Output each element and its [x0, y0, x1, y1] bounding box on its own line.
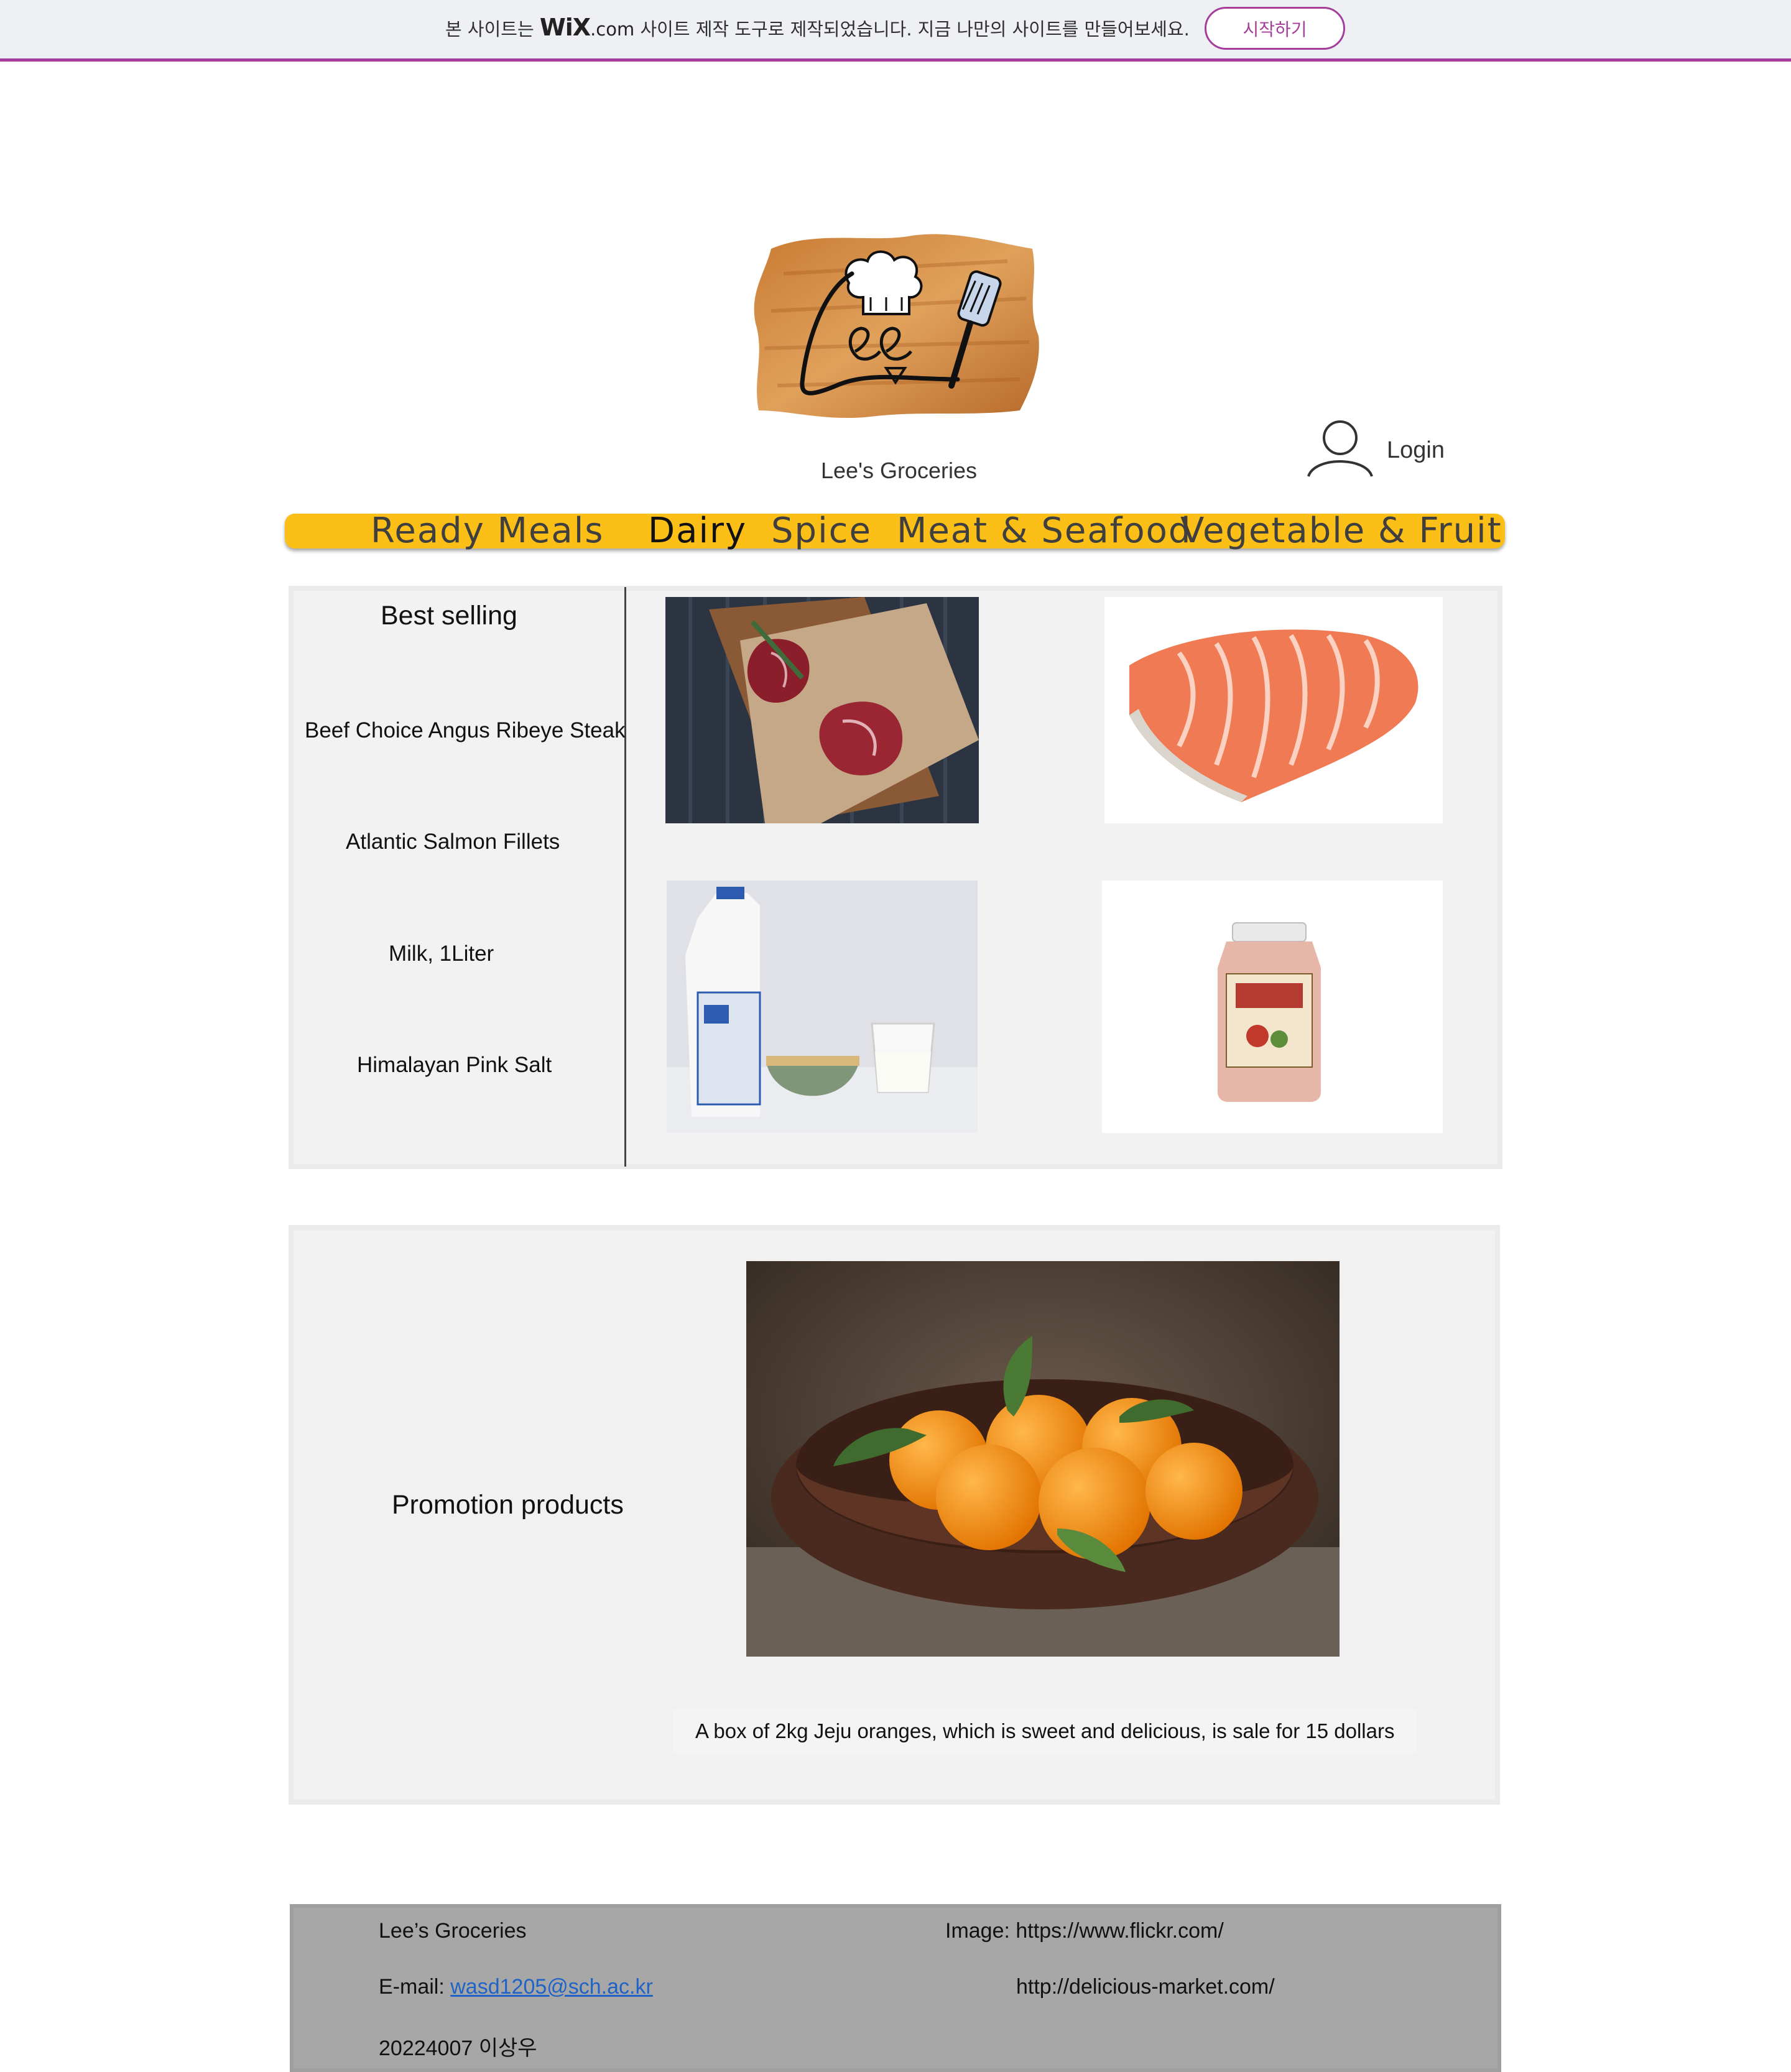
wix-promo-banner: 본 사이트는 WiX.com 사이트 제작 도구로 제작되었습니다. 지금 나만…	[0, 0, 1791, 62]
best-selling-item: Beef Choice Angus Ribeye Steak	[305, 718, 626, 742]
banner-text-after: 사이트 제작 도구로 제작되었습니다. 지금 나만의 사이트를 만들어보세요.	[640, 19, 1190, 40]
nav-item-vegetable-fruit[interactable]: Vegetable & Fruit	[1180, 514, 1502, 548]
nav-item-spice[interactable]: Spice	[771, 514, 872, 548]
chef-hat-spatula-logo-icon	[754, 234, 1039, 419]
wix-logo-com[interactable]: .com	[590, 19, 634, 40]
best-selling-item: Himalayan Pink Salt	[357, 1053, 552, 1077]
user-icon	[1307, 420, 1373, 477]
nav-item-ready-meals[interactable]: Ready Meals	[371, 514, 604, 548]
footer-email-link[interactable]: wasd1205@sch.ac.kr	[450, 1975, 653, 1999]
footer-email-label: E-mail:	[379, 1975, 445, 1999]
footer-image-credit: Image: https://www.flickr.com/	[945, 1919, 1224, 1943]
ribeye-steak-image[interactable]	[665, 597, 979, 823]
login-label: Login	[1387, 437, 1445, 463]
best-selling-divider	[624, 587, 626, 1167]
wix-logo[interactable]: WiX	[540, 14, 591, 41]
salmon-fillet-image[interactable]	[1104, 597, 1443, 823]
login-button[interactable]: Login	[1306, 418, 1445, 478]
site-logo[interactable]	[746, 224, 1045, 423]
main-nav: Ready Meals Dairy Spice Meat & Seafood V…	[285, 514, 1505, 548]
best-selling-item: Atlantic Salmon Fillets	[346, 830, 560, 854]
start-button[interactable]: 시작하기	[1205, 7, 1345, 50]
best-selling-item: Milk, 1Liter	[389, 941, 494, 966]
footer-site-name: Lee’s Groceries	[379, 1919, 527, 1943]
wix-banner-text: 본 사이트는 WiX.com 사이트 제작 도구로 제작되었습니다. 지금 나만…	[445, 14, 1190, 41]
site-title[interactable]: Lee's Groceries	[821, 458, 977, 484]
promotion-description: A box of 2kg Jeju oranges, which is swee…	[673, 1709, 1417, 1754]
jeju-oranges-image[interactable]	[746, 1261, 1340, 1657]
promotion-title: Promotion products	[392, 1490, 624, 1520]
footer-email-line: E-mail: wasd1205@sch.ac.kr	[379, 1975, 653, 1999]
nav-item-dairy[interactable]: Dairy	[648, 514, 747, 548]
best-selling-title: Best selling	[381, 601, 517, 631]
milk-image[interactable]	[667, 881, 978, 1133]
footer-student-id: 20224007 이상우	[379, 2037, 537, 2060]
nav-item-meat-seafood[interactable]: Meat & Seafood	[897, 514, 1192, 548]
banner-text-before: 본 사이트는	[445, 19, 534, 40]
footer-image-credit-url: http://delicious-market.com/	[1016, 1975, 1275, 1999]
pink-salt-image[interactable]	[1102, 881, 1443, 1133]
